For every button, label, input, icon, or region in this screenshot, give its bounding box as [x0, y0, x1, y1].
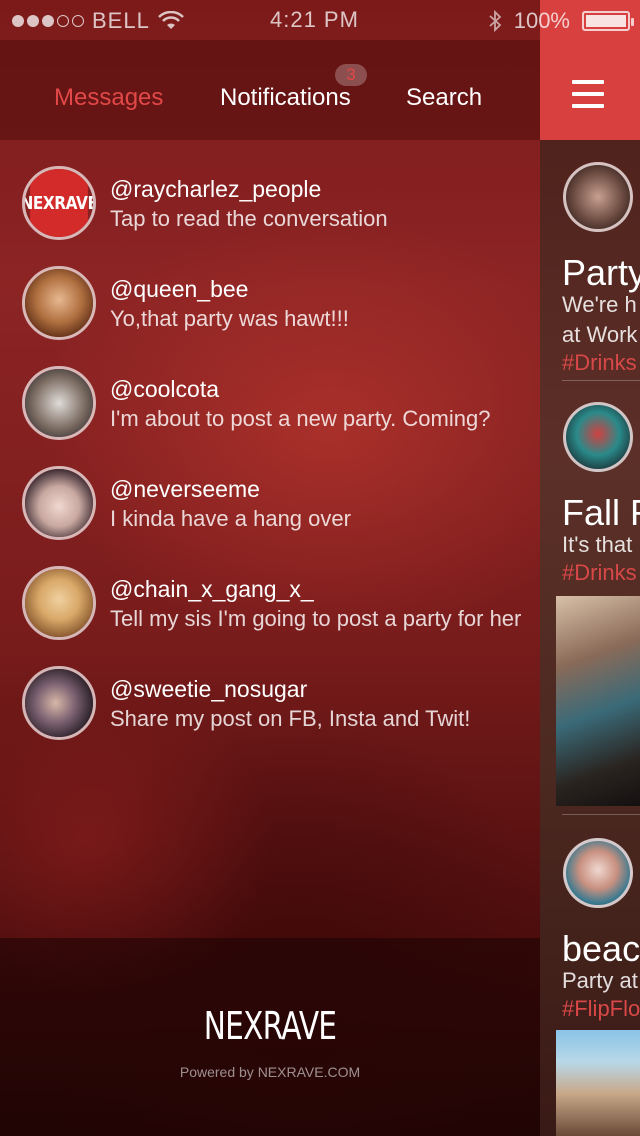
- feed-post-photo[interactable]: [556, 596, 640, 806]
- conversation-item[interactable]: @queen_bee Yo,that party was hawt!!!: [0, 240, 540, 340]
- feed-post-tag[interactable]: #Drinks: [562, 560, 637, 586]
- drawer-footer: NEXRAVE Powered by NEXRAVE.COM: [0, 938, 540, 1136]
- conversation-handle: @chain_x_gang_x_: [110, 576, 314, 602]
- tab-search[interactable]: Search: [406, 84, 482, 112]
- feed-post-text: We're h: [562, 292, 637, 317]
- feed-post-text: Party at: [562, 968, 638, 993]
- avatar: [22, 466, 96, 540]
- conversation-item[interactable]: @chain_x_gang_x_ Tell my sis I'm going t…: [0, 540, 540, 640]
- conversation-handle: @queen_bee: [110, 276, 249, 302]
- feed-avatar[interactable]: [563, 838, 633, 908]
- status-time: 4:21 PM: [270, 7, 359, 32]
- tab-messages[interactable]: Messages: [54, 84, 163, 112]
- conversation-item[interactable]: @coolcota I'm about to post a new party.…: [0, 340, 540, 440]
- feed-divider: [562, 814, 640, 815]
- feed-post-title[interactable]: Fall F: [562, 492, 640, 534]
- feed-post-photo[interactable]: [556, 1030, 640, 1136]
- conversation-preview: I'm about to post a new party. Coming?: [110, 406, 491, 431]
- status-bar: BELL 4:21 PM 100%: [0, 0, 640, 40]
- footer-logo: NEXRAVE: [203, 1004, 337, 1048]
- feed-avatar[interactable]: [563, 162, 633, 232]
- bluetooth-icon: [489, 10, 502, 32]
- conversation-preview: Yo,that party was hawt!!!: [110, 306, 349, 331]
- messages-drawer: Messages Notifications 3 Search NEXRAVE …: [0, 0, 540, 1136]
- conversation-handle: @sweetie_nosugar: [110, 676, 308, 702]
- conversation-preview: Tap to read the conversation: [110, 206, 388, 231]
- feed-avatar[interactable]: [563, 402, 633, 472]
- avatar: [22, 366, 96, 440]
- hamburger-icon: [572, 80, 604, 116]
- avatar: [22, 266, 96, 340]
- conversation-handle: @coolcota: [110, 376, 220, 402]
- top-nav: Messages Notifications 3 Search: [0, 40, 540, 140]
- powered-by-text: Powered by NEXRAVE.COM: [179, 1064, 361, 1080]
- feed-post-text: It's that: [562, 532, 633, 557]
- feed-post-tag[interactable]: #FlipFlo: [562, 996, 640, 1022]
- feed-post-title[interactable]: Party: [562, 252, 640, 294]
- conversation-item[interactable]: NEXRAVE @raycharlez_people Tap to read t…: [0, 140, 540, 240]
- feed-post-title[interactable]: beac: [562, 928, 640, 970]
- tab-notifications[interactable]: Notifications: [220, 84, 351, 112]
- avatar: [22, 566, 96, 640]
- party-feed-panel[interactable]: Party We're h at Work #Drinks Fall F It'…: [540, 0, 640, 1136]
- conversation-preview: I kinda have a hang over: [110, 506, 351, 531]
- conversation-handle: @neverseeme: [110, 476, 260, 502]
- wifi-icon: [157, 11, 184, 29]
- avatar: NEXRAVE: [22, 166, 96, 240]
- conversation-item[interactable]: @sweetie_nosugar Share my post on FB, In…: [0, 640, 540, 740]
- avatar: [22, 666, 96, 740]
- signal-strength-icon: [12, 15, 84, 27]
- conversation-preview: Tell my sis I'm going to post a party fo…: [110, 606, 522, 631]
- battery-percent: 100%: [513, 8, 570, 33]
- feed-post-tag[interactable]: #Drinks: [562, 350, 637, 376]
- conversation-preview: Share my post on FB, Insta and Twit!: [110, 706, 471, 731]
- conversation-item[interactable]: @neverseeme I kinda have a hang over: [0, 440, 540, 540]
- notifications-badge: 3: [335, 64, 367, 86]
- feed-divider: [562, 380, 640, 381]
- carrier-label: BELL: [92, 8, 150, 33]
- battery-icon: [582, 11, 634, 31]
- conversation-handle: @raycharlez_people: [110, 176, 322, 202]
- feed-post-text: at Work: [562, 322, 638, 347]
